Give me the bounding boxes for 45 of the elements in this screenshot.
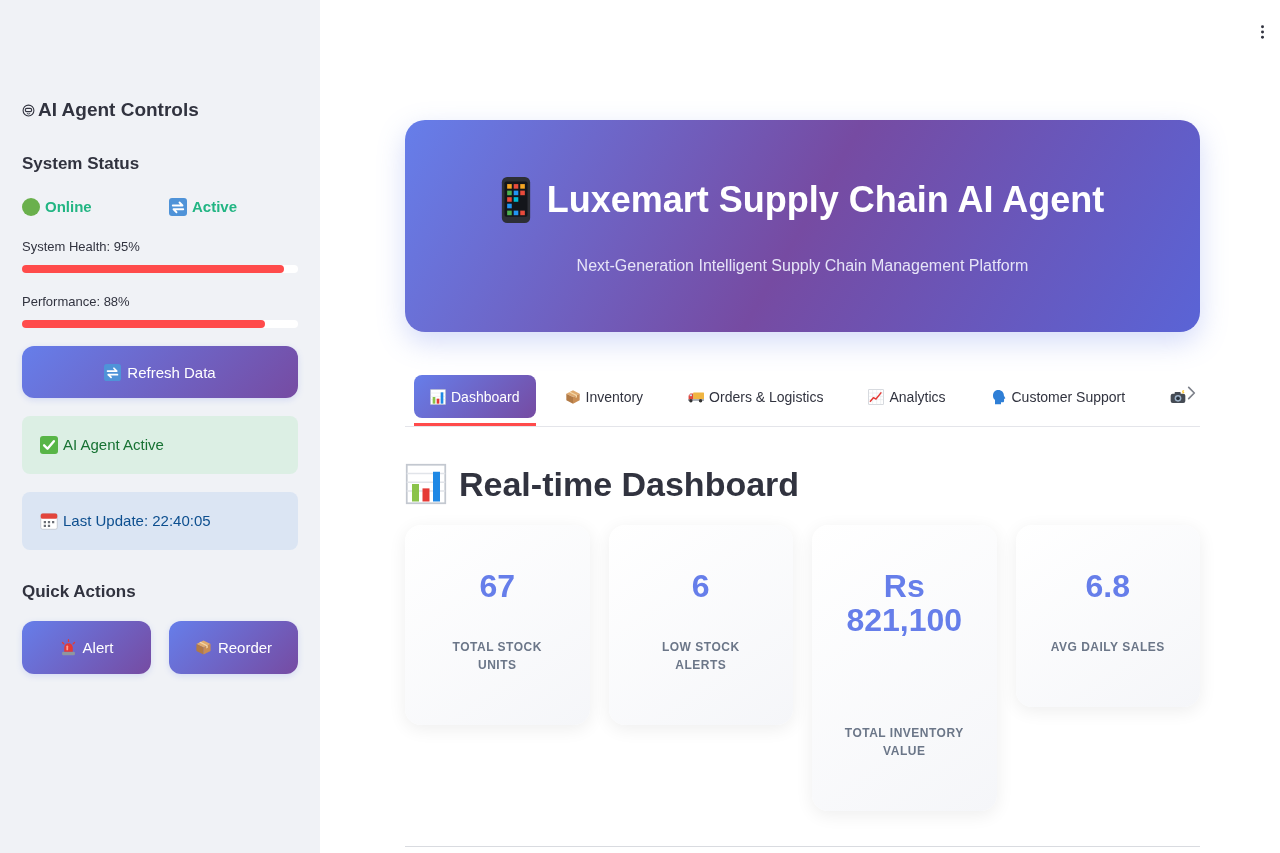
metric-value: 67 [479, 569, 516, 603]
meter-label: Performance: 88% [22, 293, 131, 311]
section-heading: System Status [22, 153, 141, 175]
refresh-icon [104, 363, 122, 381]
quick-action-button[interactable]: Alert [22, 621, 151, 674]
tab[interactable]: Dashboard [414, 375, 536, 418]
refresh-icon [169, 198, 187, 216]
bar-chart-icon [430, 388, 446, 405]
metric-label: TOTAL STOCK UNITS [451, 639, 543, 674]
chevron-right-icon[interactable] [1187, 386, 1196, 400]
menu-icon[interactable] [1260, 25, 1265, 39]
notice-text: AI Agent Active [63, 435, 164, 455]
notice-text: Last Update: 22:40:05 [63, 511, 211, 531]
sidebar-title: AI Agent Controls [38, 98, 199, 122]
section-heading: Quick Actions [22, 581, 137, 603]
metric-label: LOW STOCK ALERTS [660, 639, 741, 674]
metric-value: 6 [691, 569, 710, 603]
tab[interactable]: Inventory [548, 375, 660, 418]
meter-label: System Health: 95% [22, 238, 141, 256]
tab[interactable]: Customer Support [974, 375, 1142, 418]
siren-icon [59, 639, 77, 656]
tab[interactable]: Analytics [852, 375, 962, 418]
quick-action-button[interactable]: Reorder [169, 621, 298, 674]
robot-icon [22, 103, 35, 117]
status-dot-icon [22, 198, 40, 216]
status-label: Active [192, 197, 238, 217]
metric-value: 6.8 [1085, 569, 1130, 603]
tab[interactable]: Orders & Logistics [672, 375, 840, 418]
phone-icon [500, 177, 531, 223]
metric-label: AVG DAILY SALES [1050, 639, 1165, 656]
package-icon [194, 639, 212, 656]
metric-label: TOTAL INVENTORY VALUE [843, 725, 965, 760]
hero-subtitle: Next-Generation Intelligent Supply Chain Management Platform [576, 256, 1029, 276]
line-chart-icon [868, 388, 885, 405]
speaking-head-icon [990, 388, 1007, 405]
metric-value: Rs 821,100 [845, 569, 964, 637]
camera-icon [1170, 388, 1187, 405]
bar-chart-icon [405, 463, 447, 505]
check-icon [40, 436, 58, 454]
hero-title: Luxemart Supply Chain AI Agent [546, 178, 1105, 222]
status-label: Online [45, 197, 92, 217]
refresh-button[interactable]: Refresh Data [22, 346, 298, 398]
calendar-icon [40, 512, 58, 530]
package-icon [564, 388, 581, 405]
section-title: Real-time Dashboard [459, 464, 800, 505]
